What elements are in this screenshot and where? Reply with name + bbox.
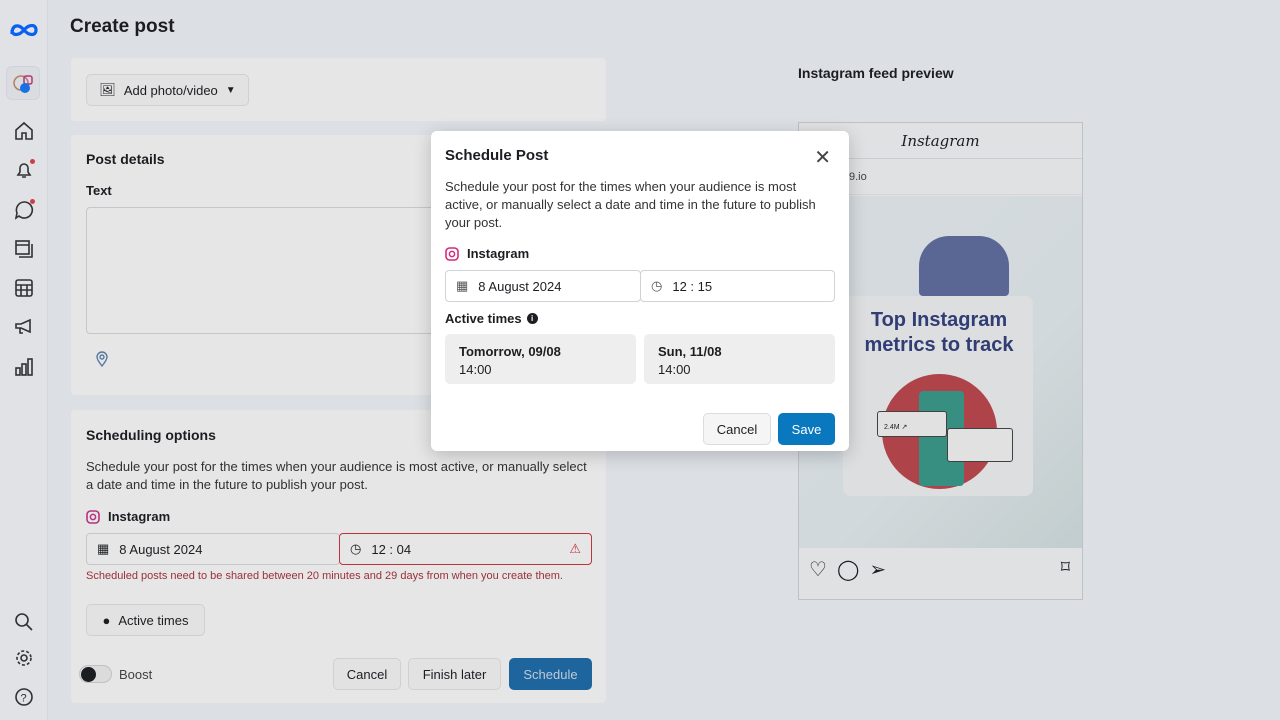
modal-date-field[interactable]: ▦ 8 August 2024 <box>445 270 641 302</box>
clock-icon: ◷ <box>651 278 663 293</box>
slot-day: Tomorrow, 09/08 <box>459 344 561 359</box>
active-time-slot[interactable]: Sun, 11/08 14:00 <box>644 334 835 384</box>
modal-save-button[interactable]: Save <box>778 413 835 445</box>
info-icon[interactable]: i <box>526 313 538 324</box>
active-time-slot[interactable]: Tomorrow, 09/08 14:00 <box>445 334 636 384</box>
slot-time: 14:00 <box>658 362 691 377</box>
active-times-label: Active times <box>445 311 522 326</box>
modal-platform-label: Instagram <box>445 246 529 261</box>
close-icon[interactable]: ✕ <box>814 145 831 170</box>
platform-name: Instagram <box>467 246 530 261</box>
date-value: 8 August 2024 <box>478 278 562 294</box>
time-value: 12 : 15 <box>672 278 713 294</box>
modal-title: Schedule Post <box>445 147 549 164</box>
slot-time: 14:00 <box>459 362 492 377</box>
active-times-heading: Active times i <box>445 311 538 326</box>
modal-description: Schedule your post for the times when yo… <box>445 179 816 230</box>
calendar-icon: ▦ <box>456 278 469 293</box>
slot-day: Sun, 11/08 <box>658 344 722 359</box>
modal-time-field[interactable]: ◷ 12 : 15 <box>640 270 835 302</box>
schedule-post-modal: Schedule Post ✕ Schedule your post for t… <box>431 131 849 451</box>
modal-cancel-button[interactable]: Cancel <box>703 413 771 445</box>
instagram-icon <box>445 246 459 261</box>
